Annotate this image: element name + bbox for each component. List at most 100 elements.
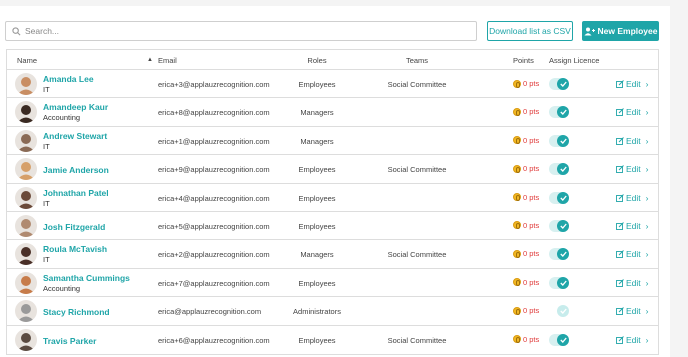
- edit-employee-link[interactable]: Edit ›: [616, 164, 649, 174]
- employee-name-link[interactable]: Jamie Anderson: [43, 165, 109, 175]
- header-email: Email: [158, 56, 177, 65]
- assign-licence-toggle[interactable]: [549, 134, 569, 147]
- employee-email: erica+4@applauzrecognition.com: [158, 193, 270, 203]
- employee-role: Employees: [298, 335, 336, 345]
- employee-department: IT: [43, 85, 50, 94]
- employee-team: Social Committee: [387, 335, 447, 345]
- edit-employee-link[interactable]: Edit ›: [616, 107, 649, 117]
- points-value: 0 pts: [523, 164, 540, 174]
- edit-label: Edit: [626, 220, 641, 231]
- employee-name-link[interactable]: Samantha Cummings: [43, 273, 130, 283]
- points-display: 0 pts: [513, 306, 539, 315]
- chevron-right-icon: ›: [645, 220, 649, 231]
- new-employee-label: New Employee: [597, 26, 658, 36]
- edit-employee-link[interactable]: Edit ›: [616, 335, 649, 345]
- edit-icon: [616, 80, 624, 88]
- employee-table: Name ▲ Email Roles Teams Points Assign L…: [6, 49, 659, 355]
- search-input[interactable]: [25, 26, 465, 36]
- employee-name-link[interactable]: Roula McTavish: [43, 244, 107, 254]
- table-header: Name ▲ Email Roles Teams Points Assign L…: [7, 50, 658, 70]
- header-name[interactable]: Name: [17, 56, 37, 65]
- employee-name-link[interactable]: Johnathan Patel: [43, 188, 109, 198]
- edit-label: Edit: [626, 79, 641, 89]
- coin-icon: [513, 335, 521, 344]
- points-display: 0 pts: [513, 164, 539, 173]
- edit-employee-link[interactable]: Edit ›: [616, 278, 649, 288]
- edit-label: Edit: [626, 334, 641, 345]
- search-field[interactable]: [5, 21, 477, 41]
- edit-icon: [616, 193, 624, 202]
- chevron-right-icon: ›: [645, 334, 649, 345]
- table-row: Johnathan Patel IT erica+4@applauzrecogn…: [7, 184, 658, 212]
- avatar: [15, 101, 37, 124]
- table-row: Jamie Anderson erica+9@applauzrecognitio…: [7, 155, 658, 184]
- check-icon: [557, 191, 569, 204]
- employee-name-link[interactable]: Andrew Stewart: [43, 131, 107, 141]
- employee-role: Employees: [298, 278, 336, 288]
- coin-icon: [513, 193, 521, 202]
- edit-employee-link[interactable]: Edit ›: [616, 306, 649, 316]
- table-body: Amanda Lee IT erica+3@applauzrecognition…: [7, 70, 658, 354]
- edit-label: Edit: [626, 107, 641, 118]
- coin-icon: [513, 278, 521, 287]
- check-icon: [557, 333, 569, 346]
- assign-licence-toggle[interactable]: [549, 191, 569, 204]
- edit-label: Edit: [626, 249, 641, 260]
- edit-employee-link[interactable]: Edit ›: [616, 249, 649, 259]
- assign-licence-toggle[interactable]: [549, 276, 569, 289]
- employee-email: erica+8@applauzrecognition.com: [158, 108, 270, 118]
- employee-name-link[interactable]: Stacy Richmond: [43, 307, 110, 317]
- coin-icon: [513, 136, 521, 145]
- chevron-right-icon: ›: [645, 164, 649, 175]
- table-row: Andrew Stewart IT erica+1@applauzrecogni…: [7, 127, 658, 156]
- assign-licence-toggle[interactable]: [549, 333, 569, 346]
- assign-licence-toggle[interactable]: [549, 163, 569, 176]
- employee-name-link[interactable]: Travis Parker: [43, 336, 96, 346]
- edit-label: Edit: [626, 135, 641, 146]
- points-display: 0 pts: [513, 278, 539, 287]
- edit-label: Edit: [626, 164, 641, 175]
- assign-licence-toggle[interactable]: [549, 219, 569, 232]
- edit-employee-link[interactable]: Edit ›: [616, 193, 649, 203]
- new-employee-button[interactable]: New Employee: [582, 21, 659, 41]
- check-icon: [557, 248, 569, 261]
- employee-email: erica@applauzrecognition.com: [158, 307, 262, 317]
- chevron-right-icon: ›: [645, 135, 649, 146]
- employee-email: erica+6@applauzrecognition.com: [158, 335, 270, 345]
- edit-employee-link[interactable]: Edit ›: [616, 221, 649, 231]
- employee-name-link[interactable]: Amanda Lee: [43, 74, 94, 84]
- sort-up-icon[interactable]: ▲: [147, 57, 153, 63]
- employee-name-link[interactable]: Josh Fitzgerald: [43, 222, 105, 232]
- employee-name-link[interactable]: Amandeep Kaur: [43, 102, 108, 112]
- header-roles: Roles: [307, 56, 327, 65]
- assign-licence-toggle[interactable]: [549, 78, 569, 90]
- header-points: Points: [513, 56, 534, 65]
- edit-employee-link[interactable]: Edit ›: [616, 79, 649, 89]
- chevron-right-icon: ›: [645, 306, 649, 317]
- points-value: 0 pts: [523, 306, 540, 316]
- add-user-icon: [584, 27, 595, 35]
- points-display: 0 pts: [513, 249, 539, 258]
- assign-licence-toggle[interactable]: [549, 106, 569, 119]
- employee-department: Accounting: [43, 283, 81, 293]
- edit-employee-link[interactable]: Edit ›: [616, 136, 649, 146]
- avatar: [15, 73, 37, 95]
- employee-role: Employees: [298, 80, 336, 89]
- avatar: [15, 214, 37, 237]
- avatar: [15, 129, 37, 152]
- employee-department: IT: [43, 198, 50, 208]
- employee-email: erica+2@applauzrecognition.com: [158, 250, 270, 260]
- employee-email: erica+7@applauzrecognition.com: [158, 278, 270, 288]
- edit-label: Edit: [626, 277, 641, 288]
- assign-licence-toggle[interactable]: [549, 305, 569, 318]
- assign-licence-toggle[interactable]: [549, 248, 569, 261]
- check-icon: [557, 163, 569, 176]
- employee-team: Social Committee: [387, 165, 447, 175]
- edit-icon: [616, 222, 624, 230]
- points-display: 0 pts: [513, 107, 539, 116]
- check-icon: [557, 276, 569, 289]
- coin-icon: [513, 306, 521, 315]
- points-display: 0 pts: [513, 193, 539, 202]
- download-csv-button[interactable]: Download list as CSV: [487, 21, 573, 41]
- edit-icon: [616, 278, 624, 287]
